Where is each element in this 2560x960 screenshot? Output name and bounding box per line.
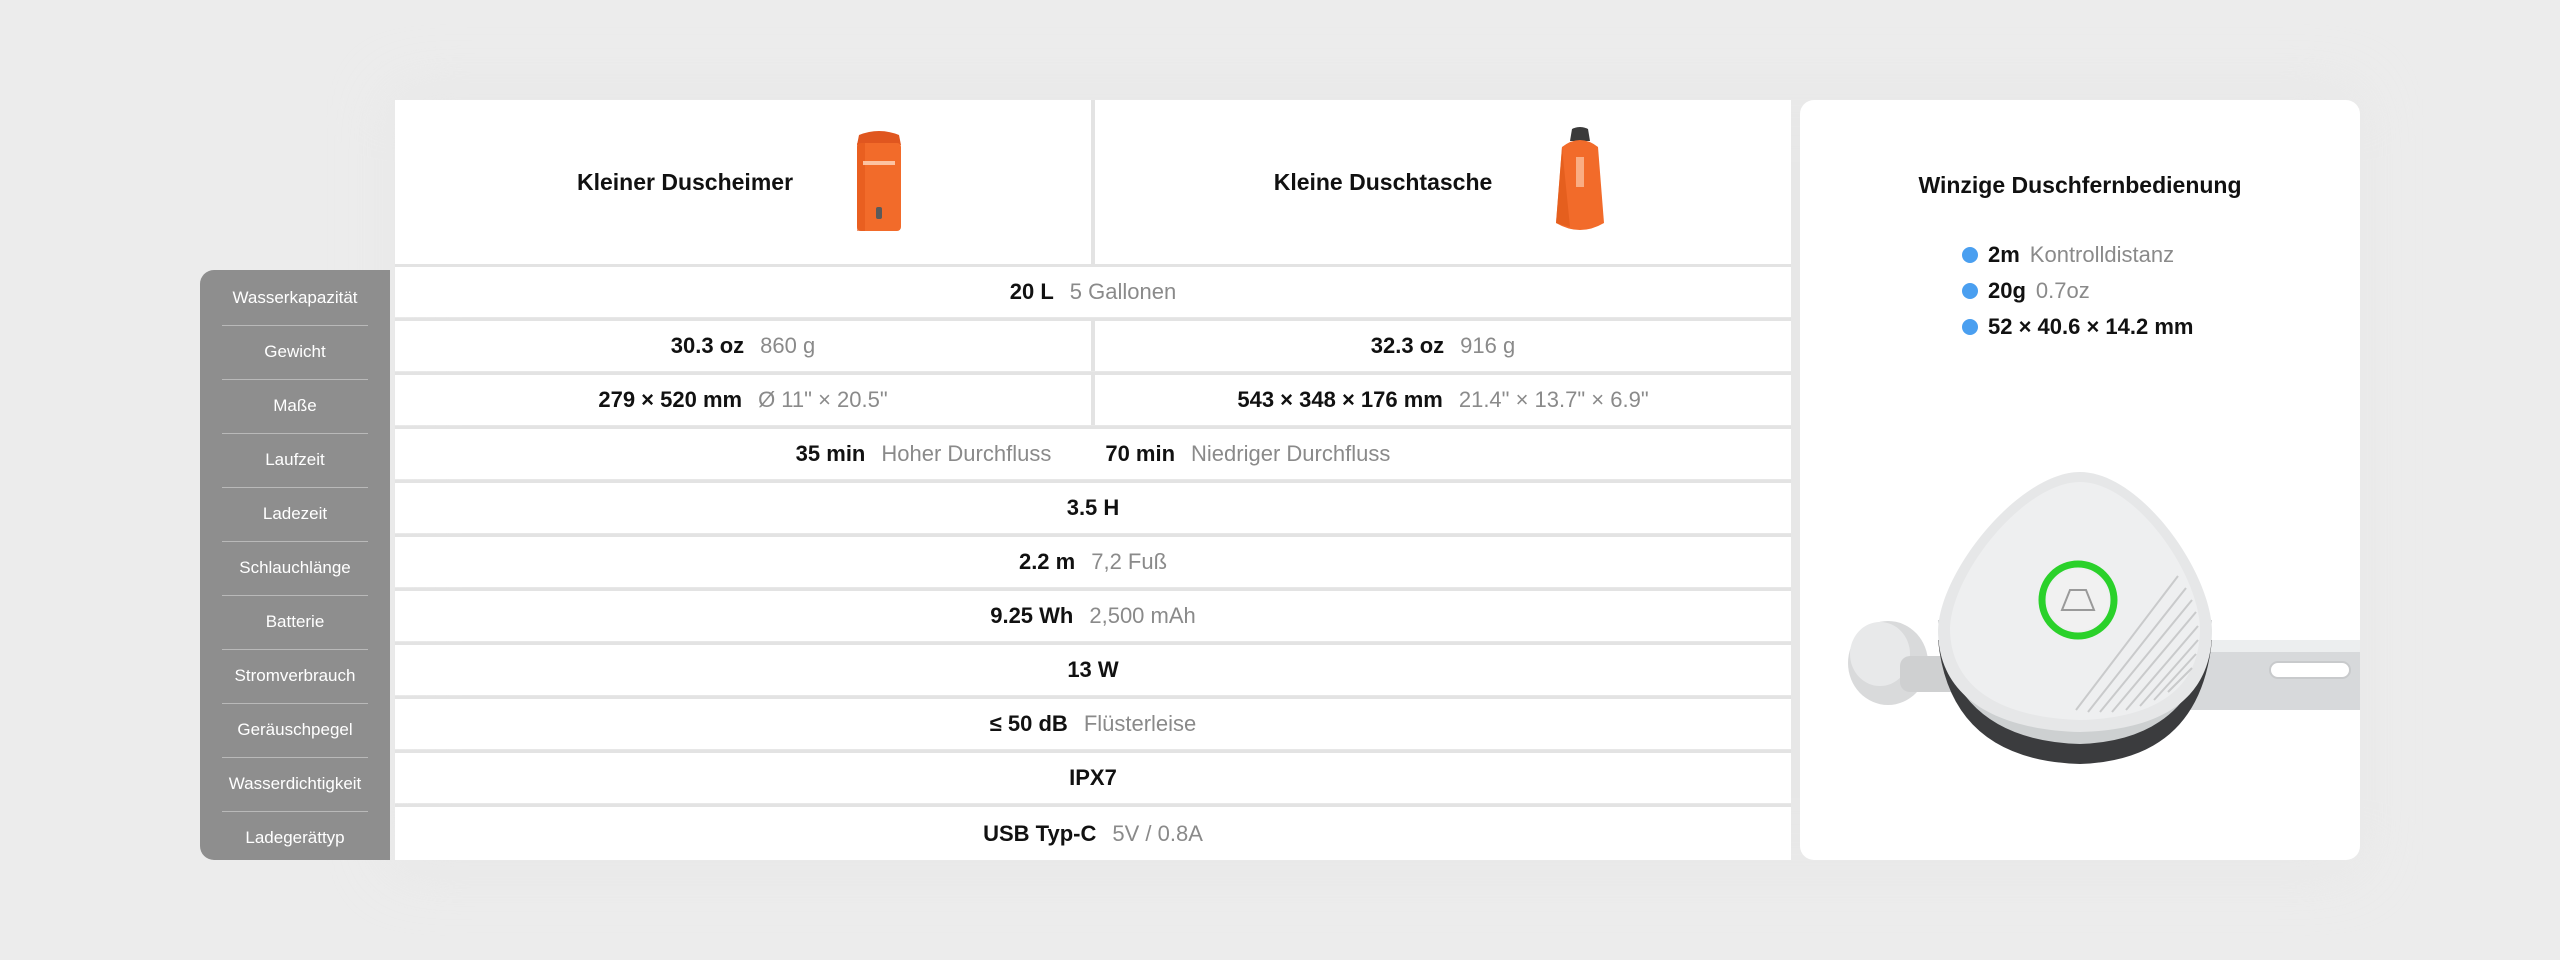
charge-time-value: 3.5 H — [1066, 495, 1120, 520]
cell-noise: ≤ 50 dB Flüsterleise — [395, 699, 1791, 749]
orange-shower-bag-icon — [1556, 127, 1605, 230]
runtime-low-sub: Niedriger Durchfluss — [1191, 441, 1391, 466]
charger-sub: 5V / 0.8A — [1112, 820, 1203, 846]
capacity-value: 20 L — [1009, 279, 1054, 304]
label-runtime: Laufzeit — [222, 433, 368, 488]
label-waterproofing: Wasserdichtigkeit — [222, 757, 368, 812]
row-hose-length: 2.2 m 7,2 Fuß — [395, 534, 1791, 587]
runtime-high-sub: Hoher Durchfluss — [881, 441, 1052, 466]
dimensions-bucket-sub: Ø 11" × 20.5" — [758, 387, 888, 412]
shower-remote-device-icon — [1848, 472, 2360, 764]
spec-label-column: Wasserkapazität Gewicht Maße Laufzeit La… — [200, 270, 390, 860]
label-noise-level: Geräuschpegel — [222, 703, 368, 758]
label-hose-length: Schlauchlänge — [222, 541, 368, 596]
weight-bag-value: 32.3 oz — [1370, 333, 1445, 358]
remote-card: Winzige Duschfernbedienung 2m Kontrolldi… — [1800, 100, 2360, 860]
cell-capacity: 20 L 5 Gallonen — [395, 267, 1791, 317]
dimensions-bucket-value: 279 × 520 mm — [598, 387, 743, 412]
header-bucket: Kleiner Duscheimer — [395, 100, 1091, 264]
weight-bucket-sub: 860 g — [760, 333, 816, 358]
product-title-bag: Kleine Duschtasche — [1273, 168, 1493, 195]
dimensions-bag-sub: 21.4" × 13.7" × 6.9" — [1458, 387, 1649, 412]
hose-length-sub: 7,2 Fuß — [1091, 549, 1168, 574]
runtime-high-value: 35 min — [795, 441, 866, 466]
cell-power: 13 W — [395, 645, 1791, 695]
charger-value: USB Typ-C — [983, 820, 1097, 846]
battery-sub: 2,500 mAh — [1089, 603, 1196, 628]
power-value: 13 W — [1067, 657, 1119, 682]
noise-value: ≤ 50 dB — [989, 711, 1068, 736]
row-noise: ≤ 50 dB Flüsterleise — [395, 696, 1791, 749]
cell-charge-time: 3.5 H — [395, 483, 1791, 533]
row-charger: USB Typ-C 5V / 0.8A — [395, 804, 1791, 860]
cell-dimensions-bag: 543 × 348 × 176 mm 21.4" × 13.7" × 6.9" — [1095, 375, 1791, 425]
cell-hose-length: 2.2 m 7,2 Fuß — [395, 537, 1791, 587]
label-charge-time: Ladezeit — [222, 487, 368, 542]
cell-weight-bucket: 30.3 oz 860 g — [395, 321, 1091, 371]
row-battery: 9.25 Wh 2,500 mAh — [395, 588, 1791, 641]
product-title-bucket: Kleiner Duscheimer — [576, 168, 794, 195]
waterproof-value: IPX7 — [1069, 765, 1117, 790]
hose-length-value: 2.2 m — [1018, 549, 1076, 574]
runtime-low-value: 70 min — [1105, 441, 1176, 466]
header-divider — [1091, 100, 1095, 264]
orange-dry-bag-bucket-icon — [857, 131, 902, 231]
row-runtime: 35 min Hoher Durchfluss 70 min Niedriger… — [395, 426, 1791, 479]
cell-charger: USB Typ-C 5V / 0.8A — [395, 807, 1791, 860]
weight-bag-sub: 916 g — [1460, 333, 1516, 358]
label-dimensions: Maße — [222, 379, 368, 434]
cell-battery: 9.25 Wh 2,500 mAh — [395, 591, 1791, 641]
battery-value: 9.25 Wh — [990, 603, 1074, 628]
row-weight: 30.3 oz 860 g 32.3 oz 916 g — [395, 318, 1791, 371]
label-charger-type: Ladegerättyp — [245, 828, 345, 847]
label-battery: Batterie — [222, 595, 368, 650]
label-water-capacity: Wasserkapazität — [222, 271, 368, 326]
cell-dimensions-bucket: 279 × 520 mm Ø 11" × 20.5" — [395, 375, 1091, 425]
row-dimensions: 279 × 520 mm Ø 11" × 20.5" 543 × 348 × 1… — [395, 372, 1791, 425]
row-water-capacity: 20 L 5 Gallonen — [395, 264, 1791, 317]
header-bag: Kleine Duschtasche — [1095, 100, 1791, 264]
label-weight: Gewicht — [222, 325, 368, 380]
cell-weight-bag: 32.3 oz 916 g — [1095, 321, 1791, 371]
dimensions-bag-value: 543 × 348 × 176 mm — [1237, 387, 1443, 412]
row-waterproof: IPX7 — [395, 750, 1791, 803]
label-power-consumption: Stromverbrauch — [222, 649, 368, 704]
noise-sub: Flüsterleise — [1083, 711, 1197, 736]
capacity-sub: 5 Gallonen — [1069, 279, 1177, 304]
cell-waterproof: IPX7 — [395, 753, 1791, 803]
comparison-table: Kleiner Duscheimer Kleine Duschtasche 20… — [395, 100, 1791, 860]
row-power: 13 W — [395, 642, 1791, 695]
weight-bucket-value: 30.3 oz — [670, 333, 745, 358]
row-charge-time: 3.5 H — [395, 480, 1791, 533]
cell-runtime: 35 min Hoher Durchfluss 70 min Niedriger… — [395, 429, 1791, 479]
